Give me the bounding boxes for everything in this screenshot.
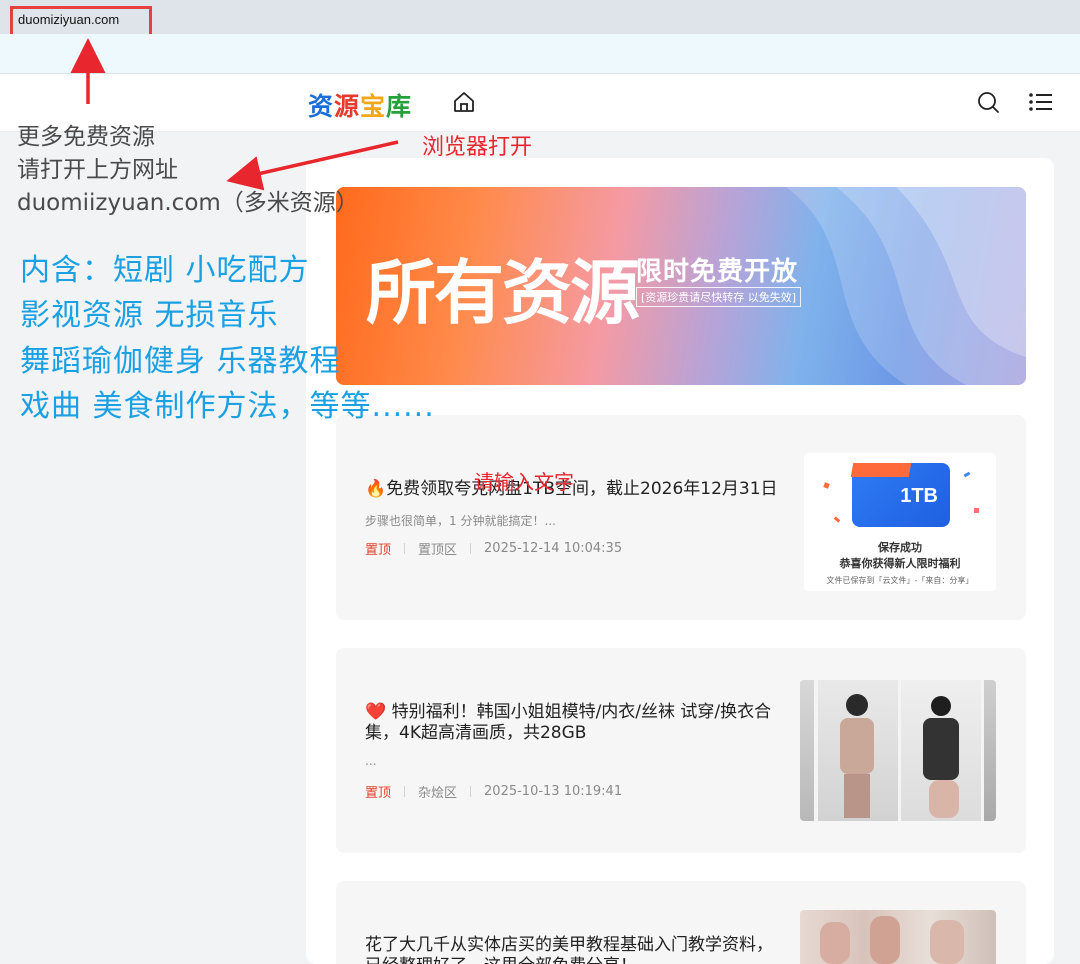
annotation-browser-open: 浏览器打开	[422, 135, 533, 160]
storage-card-graphic: 1TB	[850, 463, 950, 527]
thumb-line3: 文件已保存到「云文件」-「来自：分享」	[826, 576, 974, 585]
banner-note: [资源珍贵请尽快转存 以免失效]	[636, 287, 802, 307]
annotation-input-hint: 请输入文字	[474, 470, 574, 494]
post-thumbnail[interactable]	[800, 910, 996, 964]
site-header: 资源宝库	[0, 74, 1080, 132]
post-title[interactable]: ❤️ 特别福利！韩国小姐姐模特/内衣/丝袜 试穿/换衣合集，4K超高清画质，共2…	[365, 702, 785, 744]
pin-label[interactable]: 置顶	[365, 539, 391, 558]
browser-toolbar-strip	[0, 34, 1080, 74]
logo-char: 源	[334, 92, 361, 121]
pin-label[interactable]: 置顶	[365, 782, 391, 801]
post-meta: 置顶 杂烩区 2025-10-13 10:19:41	[365, 782, 622, 801]
post-card[interactable]: 🔥免费领取夸克网盘1TB空间，截止2026年12月31日 步骤也很简单，1 分钟…	[336, 415, 1026, 620]
menu-icon[interactable]	[1028, 90, 1054, 114]
post-excerpt: 步骤也很简单，1 分钟就能搞定！...	[365, 514, 556, 528]
annotation-blue-line: 内含：短剧 小吃配方	[20, 253, 310, 288]
browser-address-bar: duomiziyuan.com	[0, 0, 1080, 38]
thumb-line1: 保存成功	[878, 541, 922, 554]
search-icon[interactable]	[976, 90, 1000, 114]
logo-char: 宝	[360, 92, 387, 121]
annotation-line: duomiizyuan.com（多米资源）	[17, 190, 359, 216]
post-category[interactable]: 杂烩区	[418, 782, 457, 801]
site-logo[interactable]: 资源宝库	[308, 87, 412, 123]
annotation-blue-line: 影视资源 无损音乐	[20, 298, 279, 333]
post-category[interactable]: 置顶区	[418, 539, 457, 558]
promo-banner[interactable]: 所有资源 限时免费开放 [资源珍贵请尽快转存 以免失效]	[336, 187, 1026, 385]
logo-char: 资	[308, 92, 335, 121]
logo-char: 库	[386, 92, 413, 121]
post-card[interactable]: 花了大几千从实体店买的美甲教程基础入门教学资料，已经整理好了，这里全部免费分享！	[336, 881, 1026, 964]
post-thumbnail[interactable]	[800, 680, 996, 821]
annotation-blue-line: 戏曲 美食制作方法，等等......	[20, 389, 435, 424]
post-thumbnail[interactable]: 1TB 保存成功 恭喜你获得新人限时福利 文件已保存到「云文件」-「来自：分享」	[804, 453, 996, 591]
home-icon[interactable]	[452, 90, 476, 114]
post-date: 2025-10-13 10:19:41	[484, 784, 623, 799]
post-date: 2025-12-14 10:04:35	[484, 541, 623, 556]
banner-title: 所有资源	[366, 252, 640, 334]
banner-subtitle: 限时免费开放	[636, 257, 799, 287]
annotation-blue-line: 舞蹈瑜伽健身 乐器教程	[20, 344, 341, 379]
post-meta: 置顶 置顶区 2025-12-14 10:04:35	[365, 539, 622, 558]
storage-badge: 1TB	[900, 485, 938, 507]
ribbon-graphic	[850, 463, 912, 477]
post-title[interactable]: 🔥免费领取夸克网盘1TB空间，截止2026年12月31日	[365, 479, 785, 500]
post-title[interactable]: 花了大几千从实体店买的美甲教程基础入门教学资料，已经整理好了，这里全部免费分享！	[365, 935, 785, 964]
post-excerpt: ...	[365, 754, 377, 768]
annotation-line: 更多免费资源	[17, 124, 155, 150]
thumb-line2: 恭喜你获得新人限时福利	[839, 557, 961, 570]
annotation-line: 请打开上方网址	[17, 157, 178, 183]
post-card[interactable]: ❤️ 特别福利！韩国小姐姐模特/内衣/丝袜 试穿/换衣合集，4K超高清画质，共2…	[336, 648, 1026, 853]
